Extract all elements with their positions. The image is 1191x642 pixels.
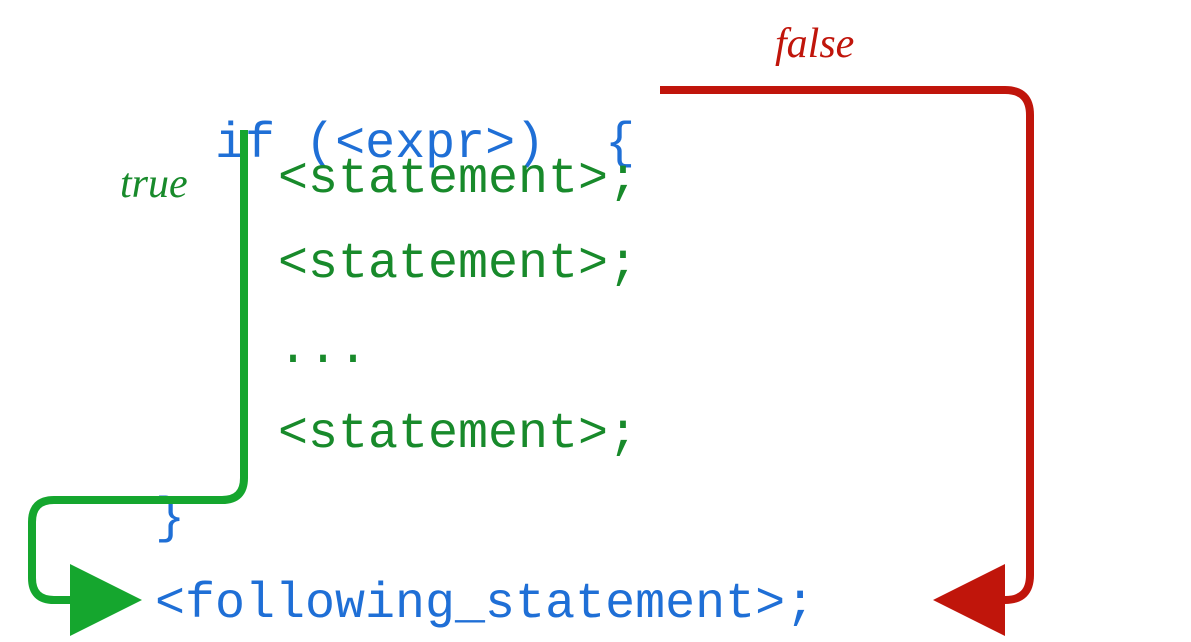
statement-3: <statement>; bbox=[278, 410, 638, 460]
statement-2: <statement>; bbox=[278, 240, 638, 290]
true-label: true bbox=[120, 160, 188, 208]
close-brace: } bbox=[155, 495, 185, 545]
statement-1: <statement>; bbox=[278, 155, 638, 205]
if-keyword: if bbox=[215, 116, 275, 173]
ellipsis: ... bbox=[278, 325, 368, 375]
false-arrow bbox=[660, 90, 1030, 600]
false-label: false bbox=[775, 20, 854, 68]
following-statement: <following_statement>; bbox=[155, 580, 815, 630]
